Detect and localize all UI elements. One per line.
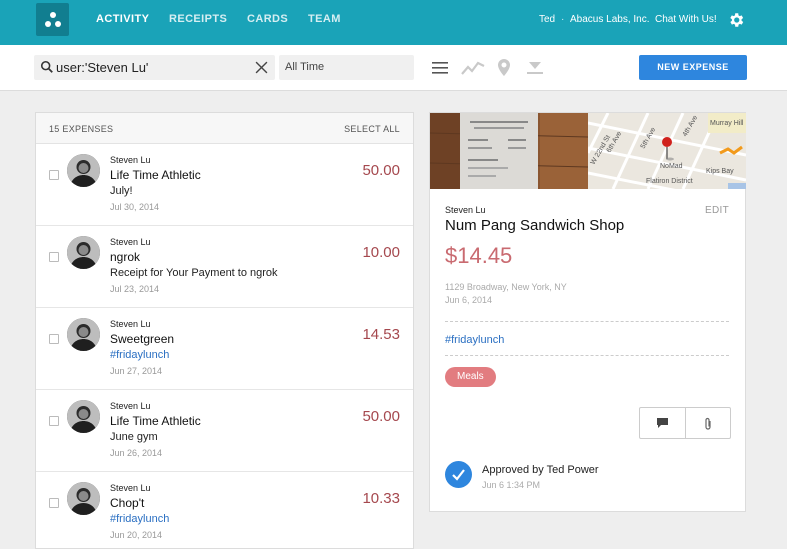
detail-tag-link[interactable]: #fridaylunch xyxy=(445,334,504,346)
expense-note: July! xyxy=(110,185,133,197)
map-view-icon[interactable] xyxy=(496,58,512,78)
expense-checkbox[interactable] xyxy=(49,170,59,180)
map-label-district: Flatiron District xyxy=(646,178,693,185)
approval-time: Jun 6 1:34 PM xyxy=(482,480,541,490)
nav-tab-receipts[interactable]: RECEIPTS xyxy=(169,13,227,25)
expense-amount: 50.00 xyxy=(362,162,400,179)
avatar xyxy=(67,400,100,433)
map-label-area: Kips Bay xyxy=(706,168,734,175)
edit-expense-button[interactable]: EDIT xyxy=(705,205,729,216)
expense-user: Steven Lu xyxy=(110,237,151,247)
select-all-button[interactable]: SELECT ALL xyxy=(344,124,400,134)
expense-user: Steven Lu xyxy=(110,155,151,165)
expense-note: Receipt for Your Payment to ngrok xyxy=(110,267,278,279)
approval-status: Approved by Ted Power xyxy=(482,464,599,476)
detail-divider xyxy=(445,355,729,356)
paperclip-icon xyxy=(705,417,711,430)
search-box xyxy=(34,55,275,80)
detail-divider xyxy=(445,321,729,322)
detail-amount: $14.45 xyxy=(445,243,513,268)
location-map-image: 6th Ave 5th Ave 4th Ave W 22nd St Murray… xyxy=(588,113,746,189)
map-label-place: Murray Hill xyxy=(710,120,744,127)
expense-merchant: ngrok xyxy=(110,250,141,264)
expense-note: June gym xyxy=(110,431,158,443)
detail-address: 1129 Broadway, New York, NY xyxy=(445,282,567,292)
detail-date: Jun 6, 2014 xyxy=(445,295,493,305)
expense-list: 15 EXPENSES SELECT ALL Steven Lu Life Tim… xyxy=(35,112,414,549)
expense-amount: 14.53 xyxy=(362,326,400,343)
expense-checkbox[interactable] xyxy=(49,334,59,344)
detail-user-name: Steven Lu xyxy=(445,205,486,215)
avatar xyxy=(67,154,100,187)
expense-row[interactable]: Steven Lu Life Time Athletic July! Jul 30, … xyxy=(36,144,413,226)
detail-action-buttons xyxy=(639,407,731,439)
search-icon xyxy=(40,60,53,73)
expense-checkbox[interactable] xyxy=(49,416,59,426)
gear-icon[interactable] xyxy=(727,11,745,29)
map-label-poi: NoMad xyxy=(660,163,683,170)
download-view-icon[interactable] xyxy=(526,59,544,77)
expense-note[interactable]: #fridaylunch xyxy=(110,513,169,525)
expense-user: Steven Lu xyxy=(110,319,151,329)
expense-row[interactable]: Steven Lu ngrok Receipt for Your Payment t… xyxy=(36,226,413,308)
expense-date: Jun 20, 2014 xyxy=(110,530,163,540)
avatar xyxy=(67,318,100,351)
expense-amount: 10.00 xyxy=(362,244,400,261)
expense-user: Steven Lu xyxy=(110,401,151,411)
company-link[interactable]: Abacus Labs, Inc. xyxy=(570,14,650,25)
chart-view-icon[interactable] xyxy=(461,59,485,77)
filter-toolbar: All Time NEW EXPENSE xyxy=(0,45,787,91)
avatar xyxy=(67,236,100,269)
abacus-logo-icon[interactable] xyxy=(36,3,69,36)
expense-merchant: Life Time Athletic xyxy=(110,414,201,428)
chat-with-us-link[interactable]: Chat With Us! xyxy=(655,14,717,25)
expense-checkbox[interactable] xyxy=(49,498,59,508)
nav-tab-cards[interactable]: CARDS xyxy=(247,13,288,25)
expense-date: Jul 23, 2014 xyxy=(110,284,160,294)
expense-count: 15 EXPENSES xyxy=(49,124,114,134)
expense-merchant: Life Time Athletic xyxy=(110,168,201,182)
date-range-filter[interactable]: All Time xyxy=(279,55,414,80)
expense-date: Jul 30, 2014 xyxy=(110,202,160,212)
expense-amount: 10.33 xyxy=(362,490,400,507)
current-user-link[interactable]: Ted xyxy=(539,14,555,25)
nav-tab-activity[interactable]: ACTIVITY xyxy=(96,13,149,25)
receipt-photo[interactable] xyxy=(430,113,588,189)
approved-check-icon xyxy=(445,461,472,488)
expense-date: Jun 26, 2014 xyxy=(110,448,163,458)
expense-amount: 50.00 xyxy=(362,408,400,425)
location-map[interactable]: 6th Ave 5th Ave 4th Ave W 22nd St Murray… xyxy=(588,113,746,189)
expense-row[interactable]: Steven Lu Life Time Athletic June gym Jun 2… xyxy=(36,390,413,472)
nav-tab-team[interactable]: TEAM xyxy=(308,13,341,25)
comment-button[interactable] xyxy=(640,408,686,438)
expense-merchant: Chop't xyxy=(110,496,145,510)
top-navigation-bar: ACTIVITY RECEIPTS CARDS TEAM Ted · Abacu… xyxy=(0,0,787,45)
category-pill[interactable]: Meals xyxy=(445,367,496,387)
expense-merchant: Sweetgreen xyxy=(110,332,175,346)
search-input[interactable] xyxy=(56,55,251,80)
expense-checkbox[interactable] xyxy=(49,252,59,262)
expense-list-header: 15 EXPENSES SELECT ALL xyxy=(36,113,413,144)
comment-icon xyxy=(657,418,668,428)
clear-search-icon[interactable] xyxy=(255,61,268,74)
expense-row[interactable]: Steven Lu Sweetgreen #fridaylunch Jun 27, 2… xyxy=(36,308,413,390)
expense-user: Steven Lu xyxy=(110,483,151,493)
detail-merchant-name: Num Pang Sandwich Shop xyxy=(445,217,625,234)
expense-date: Jun 27, 2014 xyxy=(110,366,163,376)
receipt-photo-image xyxy=(430,113,588,189)
avatar xyxy=(67,482,100,515)
new-expense-button[interactable]: NEW EXPENSE xyxy=(639,55,747,80)
list-view-icon[interactable] xyxy=(431,59,449,77)
expense-detail-panel: 6th Ave 5th Ave 4th Ave W 22nd St Murray… xyxy=(429,112,746,512)
expense-note[interactable]: #fridaylunch xyxy=(110,349,169,361)
attach-button[interactable] xyxy=(686,408,732,438)
expense-row[interactable]: Steven Lu Chop't #fridaylunch Jun 20, 2014 1… xyxy=(36,472,413,548)
nav-separator: · xyxy=(561,14,565,25)
